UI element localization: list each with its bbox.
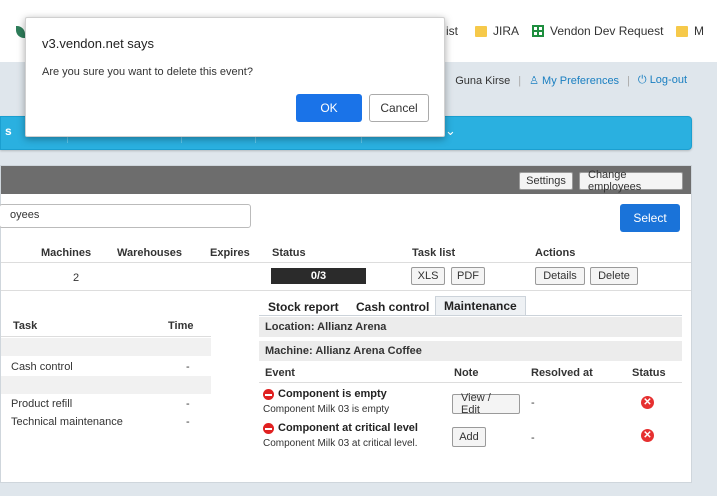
main-panel: Settings Change employees oyees Select M… bbox=[0, 165, 692, 483]
dialog-message: Are you sure you want to delete this eve… bbox=[42, 66, 253, 78]
employee-search-input[interactable]: oyees bbox=[0, 204, 251, 228]
event-title-text: Component at critical level bbox=[278, 422, 418, 434]
divider: | bbox=[518, 74, 522, 87]
event-desc: Component Milk 03 at critical level. bbox=[263, 438, 418, 449]
event-title: Component at critical level bbox=[263, 422, 418, 434]
col-machines: Machines bbox=[41, 247, 92, 259]
col-time: Time bbox=[168, 320, 194, 332]
select-button[interactable]: Select bbox=[620, 204, 680, 232]
power-icon: ⏻ bbox=[637, 74, 647, 86]
col-event-status: Status bbox=[632, 367, 666, 379]
divider bbox=[259, 315, 682, 316]
col-task: Task bbox=[13, 320, 38, 332]
site-logo-icon bbox=[16, 26, 25, 38]
sheets-icon bbox=[532, 25, 544, 37]
divider bbox=[1, 336, 211, 337]
minus-circle-icon bbox=[263, 422, 274, 434]
event-title: Component is empty bbox=[263, 388, 387, 400]
resolved-at: - bbox=[531, 397, 535, 409]
ok-button[interactable]: OK bbox=[296, 94, 362, 122]
machine-bar: Machine: Allianz Arena Coffee bbox=[259, 341, 682, 361]
chevron-down-icon[interactable]: ⌄ bbox=[445, 123, 456, 139]
col-note: Note bbox=[454, 367, 479, 379]
task-time: - bbox=[186, 398, 190, 410]
divider bbox=[1, 290, 691, 291]
divider: | bbox=[627, 74, 630, 87]
delete-button[interactable]: Delete bbox=[590, 267, 638, 285]
user-bar: Guna Kirse | ♙ My Preferences | ⏻ Log-ou… bbox=[455, 74, 687, 87]
divider bbox=[1, 262, 691, 263]
bookmark-label: JIRA bbox=[493, 24, 520, 38]
bookmark-vendon-dev-request[interactable]: Vendon Dev Request bbox=[532, 24, 663, 38]
col-expires: Expires bbox=[210, 247, 250, 259]
col-status: Status bbox=[272, 247, 306, 259]
user-icon: ♙ bbox=[529, 75, 539, 87]
task-row-blank bbox=[1, 338, 211, 356]
task-progress-bar: 0/3 bbox=[271, 268, 366, 284]
bookmark-jira[interactable]: JIRA bbox=[475, 24, 519, 38]
folder-icon bbox=[676, 25, 688, 37]
confirm-dialog: v3.vendon.net says Are you sure you want… bbox=[25, 17, 445, 137]
bookmark-label: Vendon Dev Request bbox=[550, 24, 664, 38]
col-actions: Actions bbox=[535, 247, 576, 259]
task-time: - bbox=[186, 361, 190, 373]
nav-item-partial[interactable]: s bbox=[5, 124, 12, 138]
task-time: - bbox=[186, 416, 190, 428]
preferences-label: My Preferences bbox=[542, 75, 620, 87]
tab-stock-report[interactable]: Stock report bbox=[268, 300, 339, 314]
folder-icon bbox=[475, 25, 487, 37]
task-name[interactable]: Technical maintenance bbox=[11, 416, 123, 428]
view-edit-note-button[interactable]: View / Edit bbox=[452, 392, 520, 416]
xls-button[interactable]: XLS bbox=[411, 267, 445, 285]
col-tasklist: Task list bbox=[412, 247, 456, 259]
row-machines: 2 bbox=[73, 272, 80, 284]
tab-cash-control[interactable]: Cash control bbox=[356, 300, 429, 314]
minus-circle-icon bbox=[263, 388, 274, 400]
preferences-link[interactable]: ♙ My Preferences bbox=[529, 74, 619, 87]
task-row-blank bbox=[1, 376, 211, 394]
dialog-title: v3.vendon.net says bbox=[42, 36, 155, 51]
user-name: Guna Kirse bbox=[455, 74, 511, 87]
divider bbox=[259, 382, 682, 383]
settings-button[interactable]: Settings bbox=[519, 172, 573, 190]
location-bar: Location: Allianz Arena bbox=[259, 317, 682, 337]
col-warehouses: Warehouses bbox=[117, 247, 183, 259]
event-title-text: Component is empty bbox=[278, 388, 387, 400]
task-name[interactable]: Product refill bbox=[11, 398, 72, 410]
col-event: Event bbox=[265, 367, 295, 379]
tab-maintenance[interactable]: Maintenance bbox=[435, 296, 526, 315]
pdf-button[interactable]: PDF bbox=[451, 267, 485, 285]
cancel-button[interactable]: Cancel bbox=[369, 94, 429, 122]
add-note-button[interactable]: Add bbox=[452, 427, 486, 447]
change-employees-button[interactable]: Change employees bbox=[579, 169, 683, 193]
resolved-at: - bbox=[531, 432, 535, 444]
details-button[interactable]: Details bbox=[535, 267, 585, 285]
panel-header: Settings Change employees bbox=[1, 166, 691, 194]
bookmark-label: ist bbox=[446, 24, 458, 38]
bookmark-m[interactable]: M bbox=[676, 24, 704, 38]
logout-link[interactable]: ⏻ Log-out bbox=[638, 74, 687, 87]
col-resolved: Resolved at bbox=[531, 367, 593, 379]
error-x-icon[interactable]: ✕ bbox=[641, 429, 654, 442]
logout-label: Log-out bbox=[649, 74, 687, 86]
bookmark-item-1[interactable]: ist bbox=[446, 24, 458, 38]
event-desc: Component Milk 03 is empty bbox=[263, 404, 390, 415]
task-name[interactable]: Cash control bbox=[11, 361, 73, 373]
bookmark-label: M bbox=[694, 24, 704, 38]
error-x-icon[interactable]: ✕ bbox=[641, 396, 654, 409]
